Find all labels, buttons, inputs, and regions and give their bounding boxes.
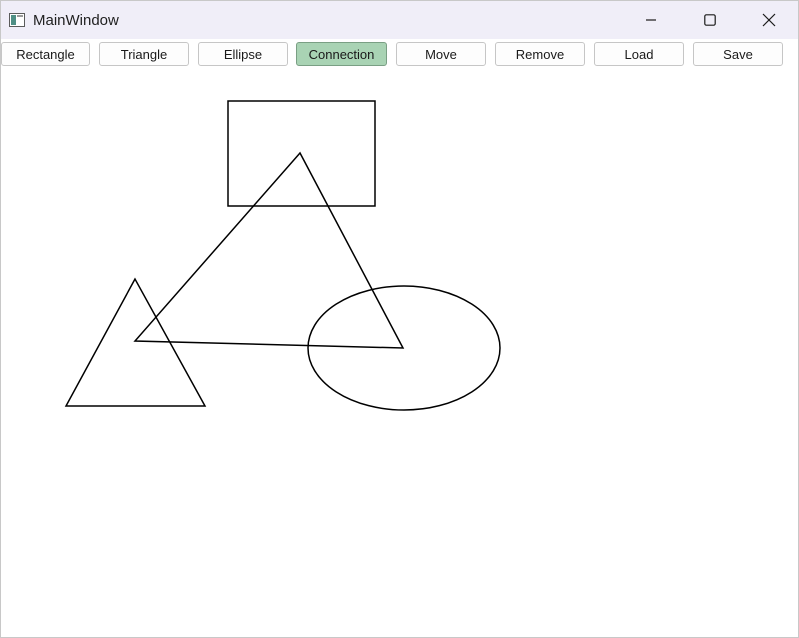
app-window-icon — [9, 13, 25, 27]
canvas-large-triangle-shape[interactable] — [133, 151, 405, 349]
save-button[interactable]: Save — [693, 42, 783, 66]
maximize-icon — [704, 14, 716, 26]
connection-tool-button[interactable]: Connection — [296, 42, 387, 66]
canvas-rectangle-shape[interactable] — [227, 100, 376, 207]
close-icon — [762, 13, 776, 27]
minimize-icon — [646, 19, 656, 21]
maximize-button[interactable] — [687, 1, 733, 39]
move-tool-button[interactable]: Move — [396, 42, 486, 66]
close-button[interactable] — [746, 1, 792, 39]
drawing-canvas[interactable] — [1, 71, 798, 637]
ellipse-tool-button[interactable]: Ellipse — [198, 42, 288, 66]
load-button[interactable]: Load — [594, 42, 684, 66]
title-bar[interactable]: MainWindow — [1, 1, 798, 39]
canvas-ellipse-shape[interactable] — [307, 285, 501, 411]
remove-tool-button[interactable]: Remove — [495, 42, 585, 66]
main-window: MainWindow Rectangle Triangle Ellipse Co… — [0, 0, 799, 638]
window-title: MainWindow — [33, 12, 119, 29]
triangle-tool-button[interactable]: Triangle — [99, 42, 189, 66]
rectangle-tool-button[interactable]: Rectangle — [1, 42, 90, 66]
minimize-button[interactable] — [628, 1, 674, 39]
tool-toolbar: Rectangle Triangle Ellipse Connection Mo… — [1, 40, 798, 70]
